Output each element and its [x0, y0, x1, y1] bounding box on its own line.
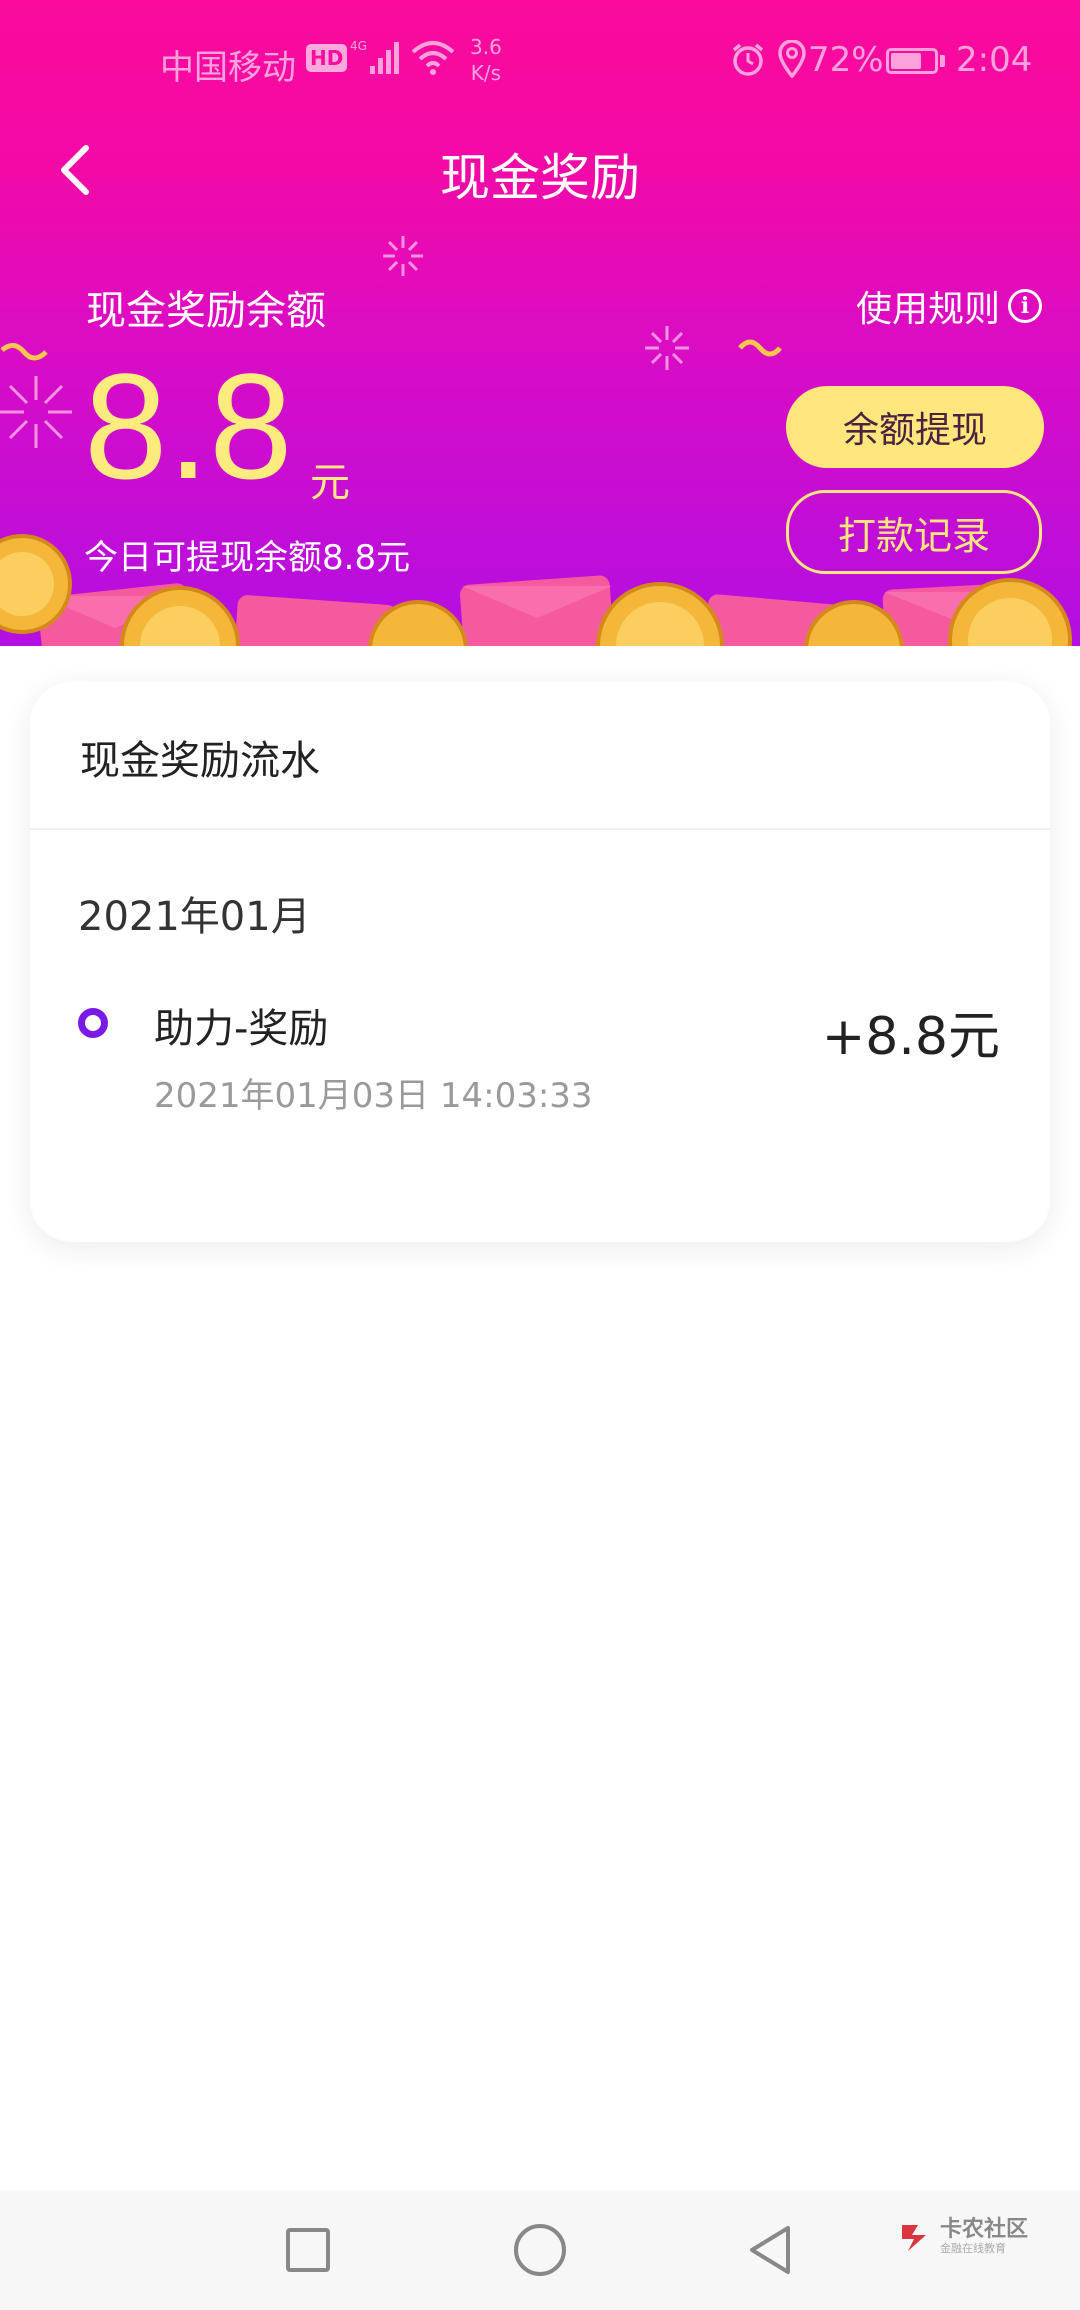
system-nav-bar: 卡农社区 金融在线教育 [0, 2190, 1080, 2310]
hero-banner: 中国移动 HD 4G 3.6 K/s 72% 2:04 现金奖励 现金奖励余额 … [0, 0, 1080, 646]
withdraw-button[interactable]: 余额提现 [786, 386, 1044, 468]
home-icon[interactable] [514, 2224, 566, 2276]
payment-records-button[interactable]: 打款记录 [786, 490, 1042, 574]
record-dot-icon [78, 1008, 108, 1038]
flow-card: 现金奖励流水 2021年01月 助力-奖励 2021年01月03日 14:03:… [30, 682, 1050, 1242]
network-type: 4G [350, 39, 367, 53]
today-withdrawable-text: 今日可提现余额8.8元 [84, 538, 411, 578]
usage-rules-label: 使用规则 [855, 289, 1000, 330]
nav-back-icon[interactable] [744, 2222, 796, 2278]
battery-icon [886, 48, 938, 74]
record-amount: +8.8元 [821, 1007, 1000, 1067]
record-title: 助力-奖励 [154, 1006, 329, 1052]
balance-unit: 元 [310, 460, 350, 506]
clock-time: 2:04 [956, 40, 1033, 80]
status-bar: 中国移动 HD 4G 3.6 K/s 72% 2:04 [0, 0, 1080, 120]
balance-amount: 8.8 [84, 342, 293, 510]
usage-rules-link[interactable]: 使用规则 i [856, 280, 1042, 332]
watermark: 卡农社区 金融在线教育 [898, 2218, 1028, 2256]
signal-icon: 4G [350, 39, 399, 74]
wifi-icon [411, 41, 455, 75]
watermark-tagline: 金融在线教育 [940, 2242, 1006, 2255]
alarm-icon [732, 43, 764, 76]
divider [30, 828, 1050, 830]
balance-label: 现金奖励余额 [86, 288, 326, 334]
battery-level-fill [891, 53, 921, 69]
page-title: 现金奖励 [440, 149, 640, 207]
flow-title: 现金奖励流水 [80, 738, 320, 784]
record-time: 2021年01月03日 14:03:33 [154, 1076, 593, 1116]
watermark-logo-icon [902, 2225, 926, 2251]
battery-tip [940, 55, 945, 67]
hd-badge: HD [306, 44, 348, 72]
watermark-name: 卡农社区 [940, 2217, 1029, 2242]
location-icon [778, 40, 806, 78]
network-speed: 3.6 K/s [470, 35, 502, 85]
carrier-name: 中国移动 [160, 48, 296, 88]
battery-percent: 72% [808, 40, 884, 80]
info-icon: i [1008, 289, 1042, 323]
month-label: 2021年01月 [78, 894, 311, 940]
recent-apps-icon[interactable] [286, 2228, 330, 2272]
